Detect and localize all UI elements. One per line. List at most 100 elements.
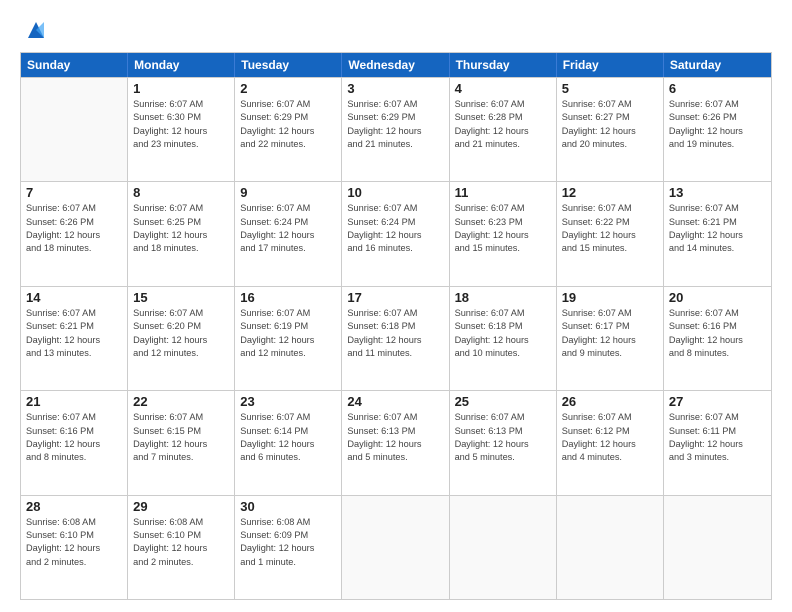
- weekday-header-friday: Friday: [557, 53, 664, 77]
- calendar: SundayMondayTuesdayWednesdayThursdayFrid…: [20, 52, 772, 600]
- day-info: Sunrise: 6:07 AM Sunset: 6:28 PM Dayligh…: [455, 98, 551, 151]
- weekday-header-thursday: Thursday: [450, 53, 557, 77]
- day-number: 18: [455, 290, 551, 305]
- logo-icon: [22, 16, 50, 44]
- day-cell-13: 13 Sunrise: 6:07 AM Sunset: 6:21 PM Dayli…: [664, 182, 771, 285]
- empty-cell: [450, 496, 557, 599]
- weekday-header-wednesday: Wednesday: [342, 53, 449, 77]
- day-number: 30: [240, 499, 336, 514]
- day-info: Sunrise: 6:07 AM Sunset: 6:19 PM Dayligh…: [240, 307, 336, 360]
- day-cell-22: 22 Sunrise: 6:07 AM Sunset: 6:15 PM Dayli…: [128, 391, 235, 494]
- empty-cell: [664, 496, 771, 599]
- day-info: Sunrise: 6:07 AM Sunset: 6:27 PM Dayligh…: [562, 98, 658, 151]
- day-number: 4: [455, 81, 551, 96]
- day-info: Sunrise: 6:07 AM Sunset: 6:24 PM Dayligh…: [347, 202, 443, 255]
- day-number: 27: [669, 394, 766, 409]
- day-info: Sunrise: 6:08 AM Sunset: 6:10 PM Dayligh…: [133, 516, 229, 569]
- day-cell-20: 20 Sunrise: 6:07 AM Sunset: 6:16 PM Dayli…: [664, 287, 771, 390]
- day-cell-27: 27Sunrise: 6:07 AM Sunset: 6:11 PM Dayli…: [664, 391, 771, 494]
- day-info: Sunrise: 6:07 AM Sunset: 6:20 PM Dayligh…: [133, 307, 229, 360]
- header: [20, 16, 772, 44]
- day-info: Sunrise: 6:07 AM Sunset: 6:12 PM Dayligh…: [562, 411, 658, 464]
- empty-cell: [557, 496, 664, 599]
- day-cell-9: 9 Sunrise: 6:07 AM Sunset: 6:24 PM Daylig…: [235, 182, 342, 285]
- day-info: Sunrise: 6:07 AM Sunset: 6:29 PM Dayligh…: [347, 98, 443, 151]
- day-cell-14: 14 Sunrise: 6:07 AM Sunset: 6:21 PM Dayli…: [21, 287, 128, 390]
- day-number: 15: [133, 290, 229, 305]
- day-number: 12: [562, 185, 658, 200]
- day-info: Sunrise: 6:07 AM Sunset: 6:25 PM Dayligh…: [133, 202, 229, 255]
- day-info: Sunrise: 6:07 AM Sunset: 6:26 PM Dayligh…: [669, 98, 766, 151]
- day-cell-1: 1Sunrise: 6:07 AM Sunset: 6:30 PM Daylig…: [128, 78, 235, 181]
- day-info: Sunrise: 6:07 AM Sunset: 6:13 PM Dayligh…: [347, 411, 443, 464]
- day-number: 25: [455, 394, 551, 409]
- day-info: Sunrise: 6:07 AM Sunset: 6:16 PM Dayligh…: [26, 411, 122, 464]
- day-info: Sunrise: 6:07 AM Sunset: 6:21 PM Dayligh…: [669, 202, 766, 255]
- day-cell-29: 29 Sunrise: 6:08 AM Sunset: 6:10 PM Dayli…: [128, 496, 235, 599]
- calendar-header: SundayMondayTuesdayWednesdayThursdayFrid…: [21, 53, 771, 77]
- day-number: 5: [562, 81, 658, 96]
- day-number: 14: [26, 290, 122, 305]
- day-cell-12: 12 Sunrise: 6:07 AM Sunset: 6:22 PM Dayli…: [557, 182, 664, 285]
- calendar-row-3: 14 Sunrise: 6:07 AM Sunset: 6:21 PM Dayli…: [21, 286, 771, 390]
- day-info: Sunrise: 6:07 AM Sunset: 6:23 PM Dayligh…: [455, 202, 551, 255]
- day-cell-10: 10 Sunrise: 6:07 AM Sunset: 6:24 PM Dayli…: [342, 182, 449, 285]
- day-cell-17: 17 Sunrise: 6:07 AM Sunset: 6:18 PM Dayli…: [342, 287, 449, 390]
- day-info: Sunrise: 6:07 AM Sunset: 6:14 PM Dayligh…: [240, 411, 336, 464]
- day-cell-18: 18 Sunrise: 6:07 AM Sunset: 6:18 PM Dayli…: [450, 287, 557, 390]
- day-cell-23: 23 Sunrise: 6:07 AM Sunset: 6:14 PM Dayli…: [235, 391, 342, 494]
- day-cell-2: 2 Sunrise: 6:07 AM Sunset: 6:29 PM Daylig…: [235, 78, 342, 181]
- day-cell-25: 25Sunrise: 6:07 AM Sunset: 6:13 PM Dayli…: [450, 391, 557, 494]
- day-number: 24: [347, 394, 443, 409]
- day-number: 20: [669, 290, 766, 305]
- day-cell-26: 26Sunrise: 6:07 AM Sunset: 6:12 PM Dayli…: [557, 391, 664, 494]
- day-number: 13: [669, 185, 766, 200]
- day-cell-28: 28Sunrise: 6:08 AM Sunset: 6:10 PM Dayli…: [21, 496, 128, 599]
- day-info: Sunrise: 6:07 AM Sunset: 6:29 PM Dayligh…: [240, 98, 336, 151]
- day-number: 9: [240, 185, 336, 200]
- day-number: 23: [240, 394, 336, 409]
- day-cell-24: 24 Sunrise: 6:07 AM Sunset: 6:13 PM Dayli…: [342, 391, 449, 494]
- day-info: Sunrise: 6:07 AM Sunset: 6:30 PM Dayligh…: [133, 98, 229, 151]
- day-number: 22: [133, 394, 229, 409]
- logo: [20, 16, 50, 44]
- day-cell-5: 5 Sunrise: 6:07 AM Sunset: 6:27 PM Daylig…: [557, 78, 664, 181]
- day-info: Sunrise: 6:07 AM Sunset: 6:18 PM Dayligh…: [455, 307, 551, 360]
- day-number: 21: [26, 394, 122, 409]
- day-info: Sunrise: 6:07 AM Sunset: 6:17 PM Dayligh…: [562, 307, 658, 360]
- day-number: 2: [240, 81, 336, 96]
- day-cell-6: 6 Sunrise: 6:07 AM Sunset: 6:26 PM Daylig…: [664, 78, 771, 181]
- day-info: Sunrise: 6:07 AM Sunset: 6:21 PM Dayligh…: [26, 307, 122, 360]
- day-cell-21: 21 Sunrise: 6:07 AM Sunset: 6:16 PM Dayli…: [21, 391, 128, 494]
- day-number: 3: [347, 81, 443, 96]
- day-cell-30: 30 Sunrise: 6:08 AM Sunset: 6:09 PM Dayli…: [235, 496, 342, 599]
- day-number: 19: [562, 290, 658, 305]
- calendar-row-4: 21 Sunrise: 6:07 AM Sunset: 6:16 PM Dayli…: [21, 390, 771, 494]
- day-cell-15: 15 Sunrise: 6:07 AM Sunset: 6:20 PM Dayli…: [128, 287, 235, 390]
- day-number: 6: [669, 81, 766, 96]
- weekday-header-saturday: Saturday: [664, 53, 771, 77]
- calendar-body: 1Sunrise: 6:07 AM Sunset: 6:30 PM Daylig…: [21, 77, 771, 599]
- day-number: 10: [347, 185, 443, 200]
- day-number: 17: [347, 290, 443, 305]
- page: SundayMondayTuesdayWednesdayThursdayFrid…: [0, 0, 792, 612]
- day-cell-11: 11 Sunrise: 6:07 AM Sunset: 6:23 PM Dayli…: [450, 182, 557, 285]
- day-info: Sunrise: 6:07 AM Sunset: 6:18 PM Dayligh…: [347, 307, 443, 360]
- day-number: 28: [26, 499, 122, 514]
- day-number: 29: [133, 499, 229, 514]
- day-info: Sunrise: 6:07 AM Sunset: 6:22 PM Dayligh…: [562, 202, 658, 255]
- calendar-row-2: 7 Sunrise: 6:07 AM Sunset: 6:26 PM Daylig…: [21, 181, 771, 285]
- day-info: Sunrise: 6:07 AM Sunset: 6:24 PM Dayligh…: [240, 202, 336, 255]
- day-info: Sunrise: 6:07 AM Sunset: 6:15 PM Dayligh…: [133, 411, 229, 464]
- day-cell-19: 19 Sunrise: 6:07 AM Sunset: 6:17 PM Dayli…: [557, 287, 664, 390]
- day-number: 11: [455, 185, 551, 200]
- day-info: Sunrise: 6:08 AM Sunset: 6:09 PM Dayligh…: [240, 516, 336, 569]
- day-number: 7: [26, 185, 122, 200]
- weekday-header-tuesday: Tuesday: [235, 53, 342, 77]
- day-info: Sunrise: 6:07 AM Sunset: 6:26 PM Dayligh…: [26, 202, 122, 255]
- day-cell-3: 3 Sunrise: 6:07 AM Sunset: 6:29 PM Daylig…: [342, 78, 449, 181]
- day-cell-16: 16Sunrise: 6:07 AM Sunset: 6:19 PM Dayli…: [235, 287, 342, 390]
- day-info: Sunrise: 6:07 AM Sunset: 6:16 PM Dayligh…: [669, 307, 766, 360]
- empty-cell: [342, 496, 449, 599]
- weekday-header-monday: Monday: [128, 53, 235, 77]
